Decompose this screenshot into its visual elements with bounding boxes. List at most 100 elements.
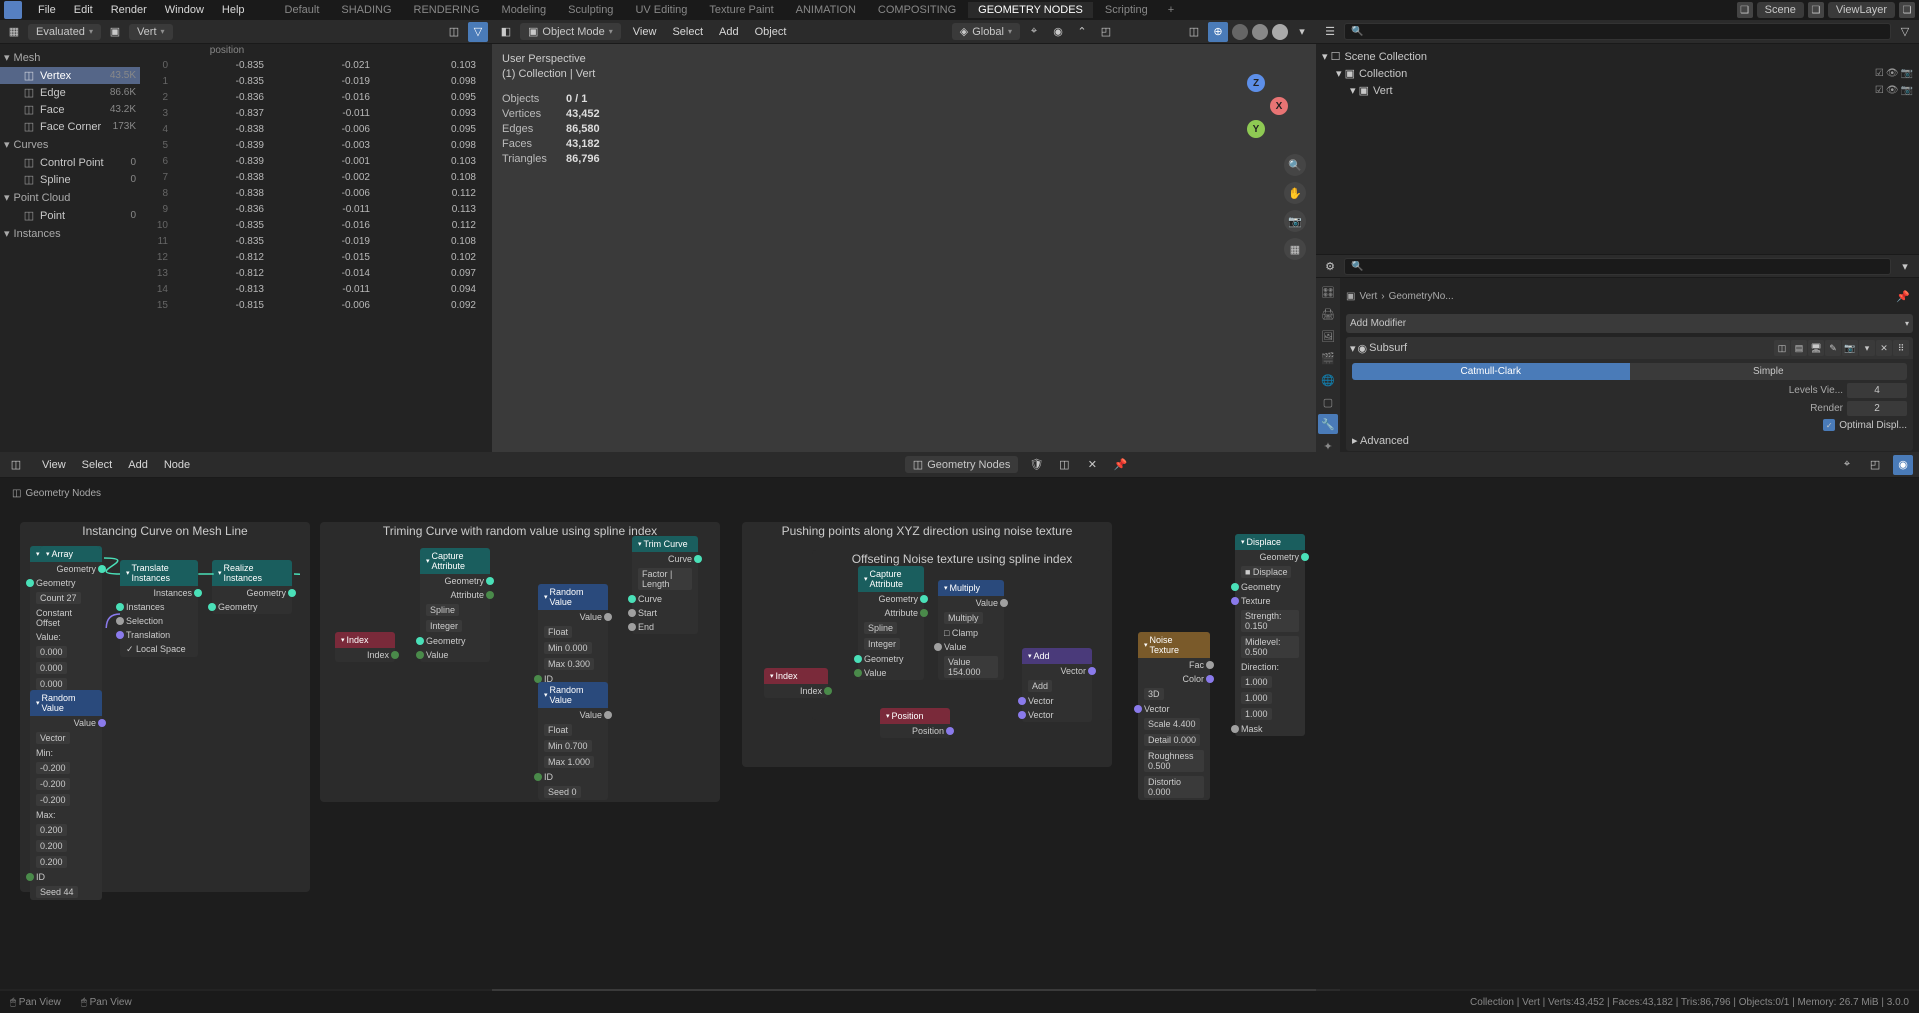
menu-help[interactable]: Help [214, 2, 253, 18]
node[interactable]: IndexIndex [335, 632, 395, 662]
socket[interactable]: Instances [120, 586, 198, 600]
snap-icon[interactable]: ⌖ [1837, 455, 1857, 475]
socket[interactable]: Scale 4.400 [1138, 716, 1210, 732]
tree-item[interactable]: ◫Vertex43.5K [0, 67, 140, 84]
eye-icon[interactable]: 👁 [1886, 85, 1899, 96]
table-row[interactable]: 6-0.839-0.0010.103 [140, 156, 492, 172]
workspace-tab[interactable]: Sculpting [558, 2, 623, 18]
socket[interactable]: Add [1022, 678, 1092, 694]
socket[interactable]: ID [30, 870, 102, 884]
socket[interactable]: Attribute [858, 606, 924, 620]
node-header[interactable]: Random Value [30, 690, 102, 716]
socket[interactable]: Vector [30, 730, 102, 746]
axis-gizmo[interactable]: Z X Y [1224, 74, 1288, 138]
outliner-item[interactable]: ▾ ▣Collection☑👁📷 [1316, 65, 1919, 82]
socket[interactable]: Attribute [420, 588, 490, 602]
node-header[interactable]: Noise Texture [1138, 632, 1210, 658]
socket[interactable]: Geometry [1235, 580, 1305, 594]
socket[interactable]: 3D [1138, 686, 1210, 702]
workspace-tab[interactable]: Modeling [492, 2, 557, 18]
node[interactable]: IndexIndex [764, 668, 828, 698]
shading-render-icon[interactable] [1272, 24, 1288, 40]
node-header[interactable]: Capture Attribute [420, 548, 490, 574]
simple-button[interactable]: Simple [1630, 363, 1908, 380]
socket[interactable]: Texture [1235, 594, 1305, 608]
socket[interactable]: Spline [420, 602, 490, 618]
render-icon[interactable]: 📷 [1901, 85, 1913, 96]
options-icon[interactable]: ◉ [1893, 455, 1913, 475]
menu-file[interactable]: File [30, 2, 64, 18]
object-dropdown[interactable]: Vert [129, 24, 173, 40]
table-row[interactable]: 14-0.813-0.0110.094 [140, 284, 492, 300]
socket[interactable]: Detail 0.000 [1138, 732, 1210, 748]
pin-icon[interactable]: 📌 [1893, 286, 1913, 306]
tab-viewlayer-icon[interactable]: 🖼 [1318, 326, 1338, 346]
node[interactable]: Array [40, 546, 100, 562]
pin-mesh-icon[interactable]: ▣ [105, 22, 125, 42]
overlay-icon[interactable]: ◰ [1096, 22, 1116, 42]
mod-icon[interactable]: ✎ [1825, 340, 1841, 356]
catmull-button[interactable]: Catmull-Clark [1352, 363, 1630, 380]
socket[interactable]: Max 1.000 [538, 754, 608, 770]
node[interactable]: DisplaceGeometry■ DisplaceGeometryTextur… [1235, 534, 1305, 736]
table-row[interactable]: 2-0.836-0.0160.095 [140, 92, 492, 108]
tab-render-icon[interactable]: 🎛 [1318, 282, 1338, 302]
shading-matprev-icon[interactable] [1252, 24, 1268, 40]
shading-wire-icon[interactable]: ⊕ [1208, 22, 1228, 42]
snap-icon[interactable]: ⌖ [1024, 22, 1044, 42]
node-menu[interactable]: Add [120, 457, 156, 473]
tree-header[interactable]: ▾Mesh [0, 48, 140, 67]
table-row[interactable]: 15-0.815-0.0060.092 [140, 300, 492, 316]
node[interactable]: Random ValueValueVectorMin:-0.200-0.200-… [30, 690, 102, 900]
node-header[interactable]: Add [1022, 648, 1092, 664]
overlay-icon[interactable]: ◰ [1865, 455, 1885, 475]
socket[interactable]: Value [858, 666, 924, 680]
axis-z-icon[interactable]: Z [1247, 74, 1265, 92]
workspace-tab[interactable]: Texture Paint [699, 2, 783, 18]
render-levels-field[interactable]: 2 [1847, 401, 1907, 416]
socket[interactable]: Min: [30, 746, 102, 760]
socket[interactable]: Vector [1138, 702, 1210, 716]
table-row[interactable]: 12-0.812-0.0150.102 [140, 252, 492, 268]
socket[interactable]: Geometry [420, 574, 490, 588]
socket[interactable]: -0.200 [30, 776, 102, 792]
editor-type-icon[interactable]: ◫ [6, 455, 26, 475]
socket[interactable]: Factor | Length [632, 566, 698, 592]
editor-type-icon[interactable]: ◧ [496, 22, 516, 42]
socket[interactable]: Instances [120, 600, 198, 614]
socket[interactable]: Max: [30, 808, 102, 822]
socket[interactable]: 1.000 [1235, 690, 1305, 706]
menu-edit[interactable]: Edit [66, 2, 101, 18]
socket[interactable]: Direction: [1235, 660, 1305, 674]
node-header[interactable]: Realize Instances [212, 560, 292, 586]
node[interactable]: Noise TextureFacColor3DVectorScale 4.400… [1138, 632, 1210, 800]
outliner-search-input[interactable] [1344, 23, 1891, 40]
socket[interactable]: -0.200 [30, 760, 102, 776]
table-row[interactable]: 13-0.812-0.0140.097 [140, 268, 492, 284]
socket[interactable]: Midlevel: 0.500 [1235, 634, 1305, 660]
menu-window[interactable]: Window [157, 2, 212, 18]
axis-x-icon[interactable]: X [1270, 97, 1288, 115]
node-header[interactable]: Capture Attribute [858, 566, 924, 592]
filter-icon[interactable]: ▽ [468, 22, 488, 42]
node-header[interactable]: Position [880, 708, 950, 724]
add-workspace-icon[interactable]: + [1160, 2, 1182, 18]
socket[interactable]: Geometry [1235, 550, 1305, 564]
socket[interactable]: End [632, 620, 698, 634]
socket[interactable]: Max 0.300 [538, 656, 608, 672]
socket[interactable]: 0.000 [30, 644, 102, 660]
proportional-icon[interactable]: ◉ [1048, 22, 1068, 42]
socket[interactable]: Min 0.000 [538, 640, 608, 656]
table-row[interactable]: 0-0.835-0.0210.103 [140, 60, 492, 76]
tree-item[interactable]: ◫Face Corner173K [0, 118, 140, 135]
socket[interactable]: 1.000 [1235, 674, 1305, 690]
socket[interactable]: Vector [1022, 664, 1092, 678]
tab-output-icon[interactable]: 🖨 [1318, 304, 1338, 324]
table-row[interactable]: 9-0.836-0.0110.113 [140, 204, 492, 220]
nodegroup-selector[interactable]: ◫ Geometry Nodes [905, 456, 1019, 473]
node-header[interactable]: Multiply [938, 580, 1004, 596]
shading-options-icon[interactable]: ▾ [1292, 22, 1312, 42]
socket[interactable]: Seed 44 [30, 884, 102, 900]
socket[interactable]: Vector [1022, 694, 1092, 708]
socket[interactable]: Value [938, 596, 1004, 610]
